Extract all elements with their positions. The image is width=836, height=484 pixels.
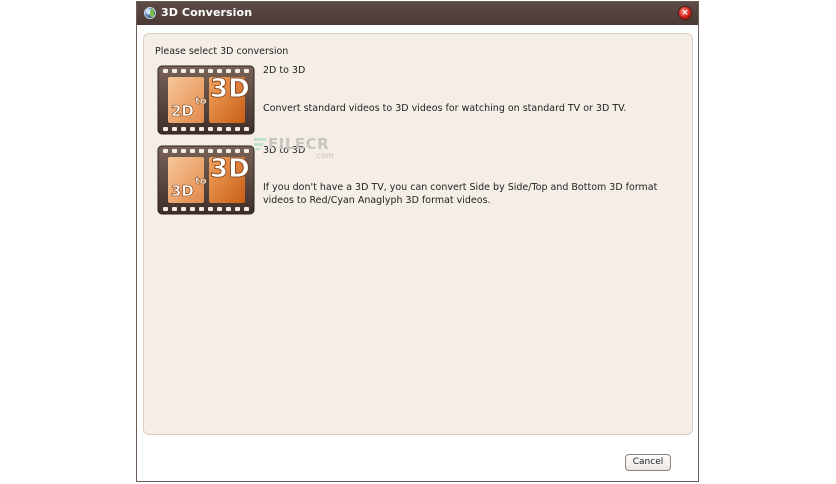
option-title: 3D to 3D [263, 145, 306, 156]
content-panel: Please select 3D conversion 2D to 3D 2D … [143, 33, 693, 435]
thumb-to-word: to [195, 176, 207, 187]
thumb-to-word: to [195, 96, 207, 107]
option-description: Convert standard videos to 3D videos for… [263, 103, 627, 114]
option-2d-to-3d[interactable]: 2D to 3D 2D to 3D Convert standard video… [157, 64, 687, 136]
option-description: If you don't have a 3D TV, you can conve… [263, 182, 658, 206]
window-title: 3D Conversion [161, 6, 253, 19]
3d-to-3d-icon: 3D to 3D [157, 145, 255, 215]
2d-to-3d-icon: 2D to 3D [157, 65, 255, 135]
close-button[interactable]: × [678, 6, 692, 20]
option-title: 2D to 3D [263, 65, 306, 76]
thumb-to-text: 3D [210, 154, 250, 184]
thumb-from-text: 2D [171, 102, 194, 120]
thumb-from-text: 3D [171, 182, 194, 200]
app-globe-icon [144, 7, 156, 19]
thumb-to-text: 3D [210, 74, 250, 104]
option-3d-to-3d[interactable]: 3D to 3D 3D to 3D If you don't have a 3D… [157, 144, 687, 216]
cancel-button[interactable]: Cancel [625, 454, 671, 471]
select-prompt: Please select 3D conversion [155, 46, 289, 57]
title-bar: 3D Conversion × [137, 2, 698, 25]
conversion-dialog: 3D Conversion × Please select 3D convers… [136, 1, 699, 482]
